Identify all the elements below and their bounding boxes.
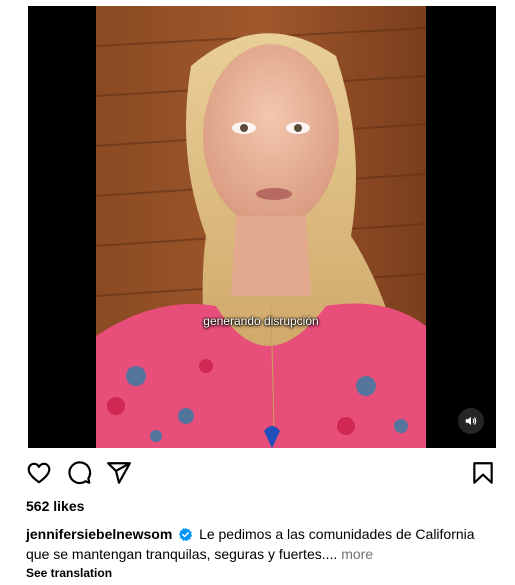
verified-badge-icon — [179, 527, 193, 542]
caption-username[interactable]: jennifersiebelnewsom — [26, 526, 172, 542]
bookmark-icon[interactable] — [470, 460, 496, 486]
post-caption: jennifersiebelnewsom Le pedimos a las co… — [26, 524, 496, 564]
instagram-post: generando disrupción 562 likes jennifers… — [0, 0, 515, 585]
speaker-icon — [465, 416, 477, 426]
video-subtitle: generando disrupción — [203, 314, 319, 328]
audio-toggle-button[interactable] — [458, 408, 484, 434]
heart-icon[interactable] — [26, 460, 52, 486]
comment-icon[interactable] — [66, 460, 92, 486]
video-still — [96, 6, 426, 448]
more-link[interactable]: more — [341, 546, 373, 562]
see-translation-link[interactable]: See translation — [26, 566, 112, 580]
send-icon[interactable] — [106, 460, 132, 486]
post-video[interactable]: generando disrupción — [28, 6, 496, 448]
post-actions — [26, 460, 496, 488]
likes-count[interactable]: 562 likes — [26, 498, 84, 514]
video-frame[interactable]: generando disrupción — [96, 6, 426, 448]
